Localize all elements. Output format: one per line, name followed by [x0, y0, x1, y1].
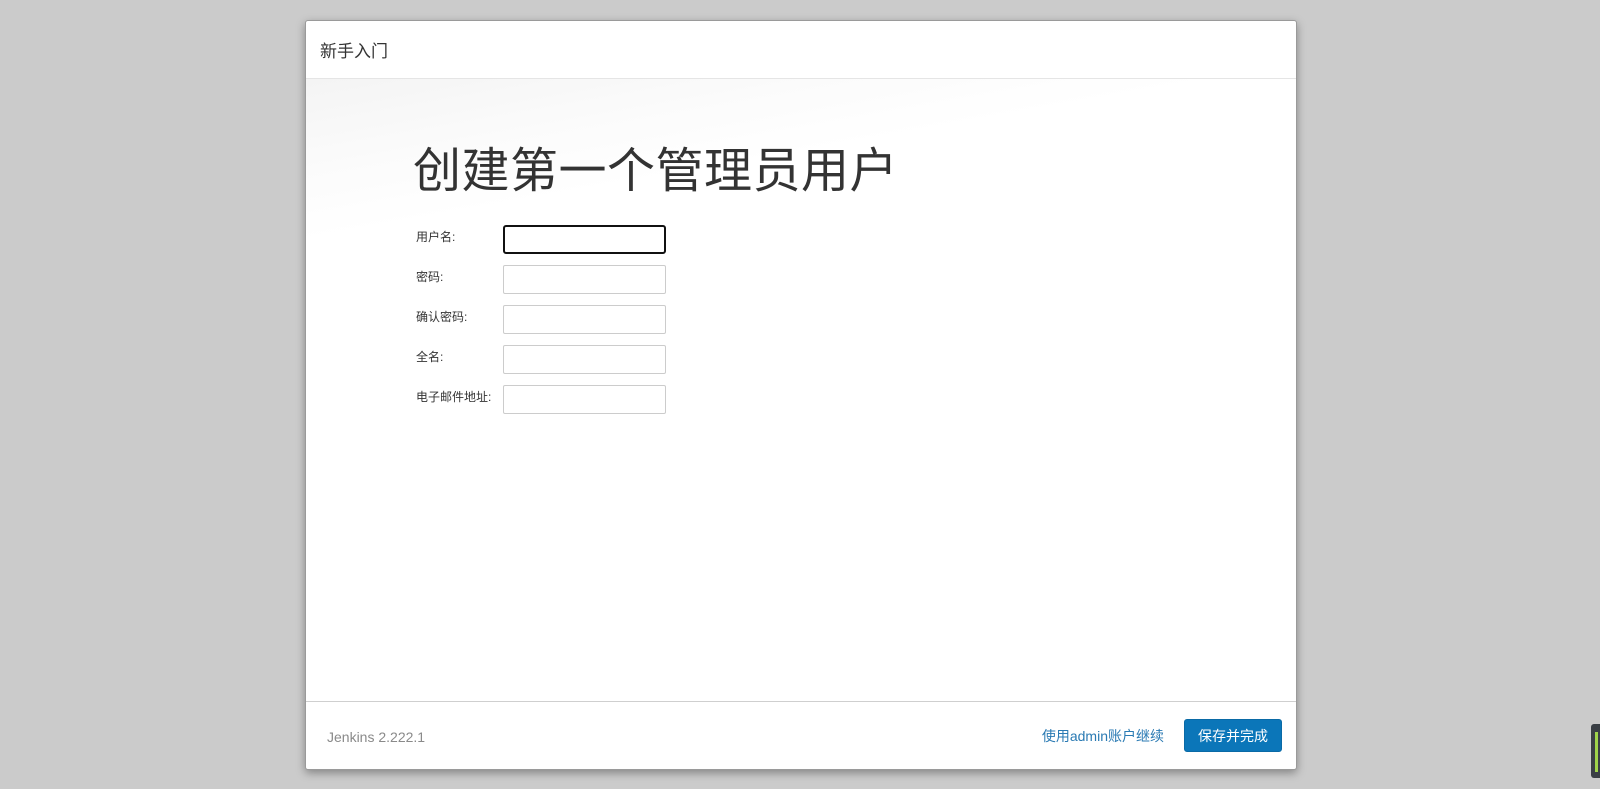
version-label: Jenkins 2.222.1: [327, 729, 426, 745]
dialog-body: 创建第一个管理员用户 用户名: 密码: 确认密码: 全名: 电子邮件地址:: [306, 79, 1296, 699]
fullname-input[interactable]: [503, 344, 666, 374]
fullname-label: 全名:: [416, 349, 444, 364]
dialog-footer: Jenkins 2.222.1 使用admin账户继续 保存并完成: [306, 701, 1296, 769]
level-meter-icon: [1595, 732, 1598, 772]
continue-as-admin-link[interactable]: 使用admin账户继续: [1042, 726, 1164, 746]
fullname-row: 全名:: [416, 339, 666, 379]
username-row: 用户名:: [416, 219, 666, 259]
confirm-password-row: 确认密码:: [416, 299, 666, 339]
username-label: 用户名:: [416, 229, 456, 244]
email-input[interactable]: [503, 384, 666, 414]
username-input[interactable]: [503, 224, 666, 254]
dialog-title: 新手入门: [320, 42, 388, 61]
side-panel-handle[interactable]: [1591, 724, 1600, 778]
email-row: 电子邮件地址:: [416, 379, 666, 419]
confirm-password-input[interactable]: [503, 304, 666, 334]
confirm-password-label: 确认密码:: [416, 309, 468, 324]
page-title: 创建第一个管理员用户: [413, 145, 899, 198]
password-input[interactable]: [503, 264, 666, 294]
save-and-finish-button[interactable]: 保存并完成: [1184, 719, 1282, 752]
email-label: 电子邮件地址:: [416, 389, 492, 404]
dialog-header: 新手入门: [306, 21, 1296, 79]
setup-wizard-dialog: 新手入门 创建第一个管理员用户 用户名: 密码: 确认密码: 全名: 电子邮件地…: [305, 20, 1297, 770]
create-admin-form: 用户名: 密码: 确认密码: 全名: 电子邮件地址:: [416, 219, 666, 419]
password-label: 密码:: [416, 269, 444, 284]
password-row: 密码:: [416, 259, 666, 299]
username-input-wrap: [503, 224, 666, 254]
